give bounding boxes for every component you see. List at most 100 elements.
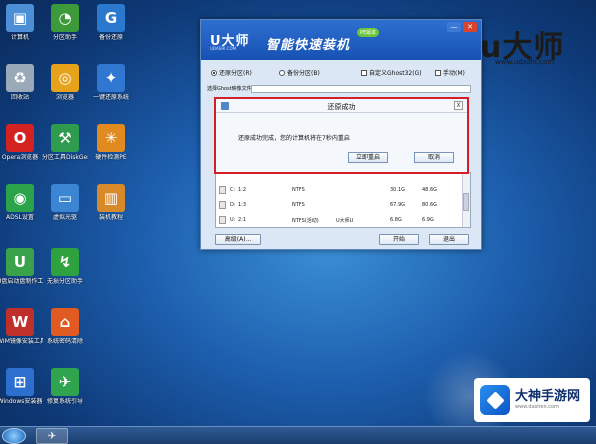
partition-total: 6.9G [422,217,434,223]
partition-total: 48.6G [422,187,438,193]
backup-partition-option[interactable]: 备份分区(B) [279,68,320,77]
image-file-row: 选择Ghost映像文件 [207,84,477,94]
partition-index: 1:2 [238,187,247,193]
partition-row[interactable]: U: 2:1 NTFS(活动) U大师U 6.8G 6.9G [216,213,462,227]
desktop-icon[interactable]: ▭ 虚拟光驱 [42,184,88,221]
desktop-icon-label: 分区助手 [52,34,77,41]
scrollbar-thumb[interactable] [463,193,469,211]
partition-row[interactable]: D: 1:3 NTFS 67.9G 80.6G [216,198,462,212]
taskbar: ✈ [0,426,596,444]
taskbar-app-icon: ✈ [47,430,57,442]
desktop-icon[interactable]: ⌂ 系统密码清除 [42,308,88,345]
dialog-close-button[interactable]: X [454,101,463,110]
desktop-icon-label: 一键还原系统 [92,94,129,101]
restart-now-button[interactable]: 立即重启 [348,152,388,163]
partition-row[interactable]: C: 1:2 NTFS 30.1G 48.6G [216,183,462,197]
recycle-bin-icon: ♻ [6,64,34,92]
password-clear-icon: ⌂ [51,308,79,336]
desktop-icon[interactable]: ✦ 一键还原系统 [88,64,134,101]
custom-ghost-checkbox[interactable] [361,69,367,76]
disk-drive-icon [219,186,226,194]
desktop-icon[interactable]: ↯ 无损分区助手 [42,248,88,285]
desktop-icon[interactable]: O Opera浏览器 [0,124,43,161]
partition-list[interactable]: C: 1:2 NTFS 30.1G 48.6G D: 1:3 NTFS 67.9G 80.6G U:… [215,172,471,228]
installer-title: 智能快速装机 [266,38,351,53]
site-brand-badge: 大神手游网 www.dashen.com [474,378,590,422]
desktop-icon-label: WIM镜像安装工具 [0,338,43,345]
partition-scrollbar[interactable] [462,173,470,227]
partition-used: 30.1G [390,187,406,193]
desktop-icon-label: 浏览器 [55,94,74,101]
close-button[interactable]: ✕ [463,22,477,32]
partition-index: 2:1 [238,217,247,223]
minimize-button[interactable]: — [447,22,461,32]
start-orb-icon[interactable] [2,428,26,444]
desktop-icon[interactable]: ✈ 修复系统引导 [42,368,88,405]
desktop-icon[interactable]: ◎ 浏览器 [42,64,88,101]
partition-index: 1:3 [238,202,247,208]
partition-total: 80.6G [422,202,438,208]
cancel-button[interactable]: 取消 [414,152,454,163]
desktop-icon[interactable]: ▥ 装机教程 [88,184,134,221]
manual-option[interactable]: 手动(M) [435,68,465,77]
dialog-header: 还原成功 X [216,99,467,113]
dialog-title: 还原成功 [327,103,356,111]
image-file-label: 选择Ghost映像文件 [207,86,252,92]
partition-used: 6.8G [390,217,402,223]
dialog-message: 还原成功完成，您的计算机将在7秒内重启 [238,135,350,142]
restore-partition-option[interactable]: 还原分区(R) [211,68,252,77]
tutorial-icon: ▥ [97,184,125,212]
partition-drive-letter: C: [230,187,236,193]
desktop-icon[interactable]: ▣ 计算机 [0,4,43,41]
partition-fs: NTFS(活动) [292,218,319,224]
hardware-detect-icon: ✳ [97,124,125,152]
one-key-restore-icon: ✦ [97,64,125,92]
site-brand-url: www.dashen.com [515,404,559,410]
partition-drive-letter: D: [230,202,236,208]
desktop-icon-label: 回收站 [10,94,29,101]
partition-drive-letter: U: [230,217,236,223]
desktop-icon-label: 硬件检测PE [95,154,127,161]
desktop-icon-label: 装机教程 [98,214,123,221]
custom-ghost-option[interactable]: 自定义Ghost32(G) [361,68,422,77]
desktop-icon[interactable]: ⊞ Windows安装器 [0,368,43,405]
backup-radio[interactable] [279,69,285,76]
installer-header: U大师 UDASHI.COM 智能快速装机 PE版本 — ✕ [201,20,481,60]
restore-label: 还原分区(R) [219,70,252,77]
desktop-icon-label: 无损分区助手 [46,278,83,285]
partition-used: 67.9G [390,202,406,208]
exit-button[interactable]: 退出 [429,234,469,245]
site-brand-name: 大神手游网 [515,389,581,404]
restore-radio[interactable] [211,69,217,76]
backup-label: 备份分区(B) [287,70,320,77]
desktop-icon[interactable]: ◔ 分区助手 [42,4,88,41]
desktop-icon[interactable]: W WIM镜像安装工具 [0,308,43,345]
desktop-icon-label: 计算机 [10,34,29,41]
browser-icon: ◎ [51,64,79,92]
desktop-icon[interactable]: U U盘启动盘制作工具 [0,248,43,285]
desktop-icon[interactable]: ✳ 硬件检测PE [88,124,134,161]
installer-logo-subtext: UDASHI.COM [210,46,237,51]
desktop-icon[interactable]: G 备份还原 [88,4,134,41]
taskbar-app-button[interactable]: ✈ [36,428,68,444]
desktop-icon-label: 系统密码清除 [46,338,83,345]
boot-repair-icon: ✈ [51,368,79,396]
cube-logo-icon [480,385,510,415]
manual-label: 手动(M) [443,70,465,77]
desktop-icon-label: 虚拟光驱 [52,214,77,221]
desktop-icon[interactable]: ◉ ADSL设置 [0,184,43,221]
network-icon: ◉ [6,184,34,212]
manual-checkbox[interactable] [435,69,441,76]
backup-restore-icon: G [97,4,125,32]
desktop-icon[interactable]: ♻ 回收站 [0,64,43,101]
desktop-icon-label: Opera浏览器 [1,154,39,161]
opera-icon: O [6,124,34,152]
desktop-icon-label: Windows安装器 [0,398,43,405]
desktop-icon-label: 分区工具DiskGenius [42,154,88,161]
custom-ghost-label: 自定义Ghost32(G) [369,70,422,77]
advanced-button[interactable]: 高级(A)... [215,234,261,245]
image-file-input[interactable] [251,85,471,93]
desktop-icon[interactable]: ⚒ 分区工具DiskGenius [42,124,88,161]
start-button[interactable]: 开始 [379,234,419,245]
partition-type: U大师U [336,218,354,224]
